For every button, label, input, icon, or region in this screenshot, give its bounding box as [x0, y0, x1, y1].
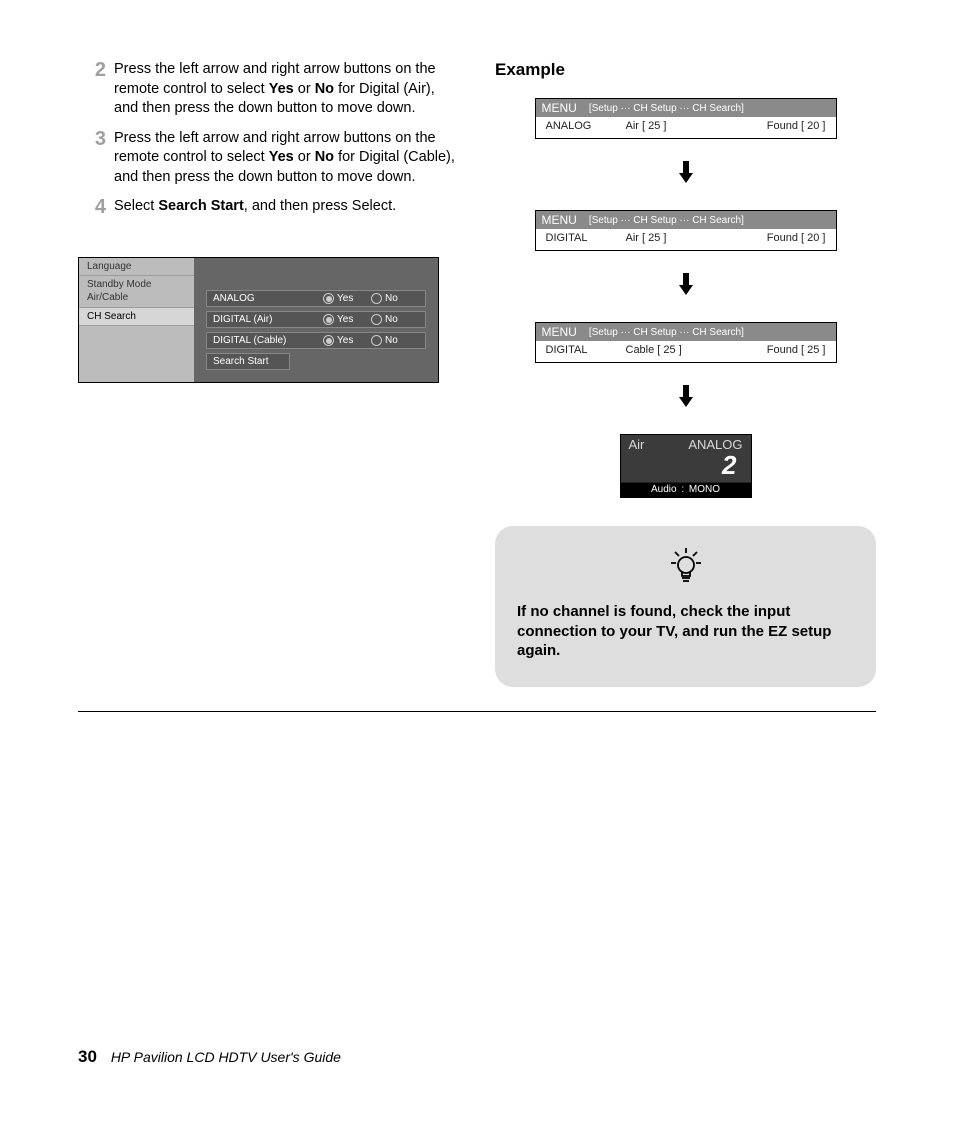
prog-found: Found [ 20 ] [726, 120, 826, 132]
menu-row-analog: ANALOG Yes No [206, 290, 426, 307]
step-number: 2 [78, 60, 114, 119]
page-number: 30 [78, 1047, 97, 1066]
step-body: Select Search Start, and then press Sele… [114, 197, 459, 217]
menu-panel: Language Standby Mode Air/Cable CH Searc… [78, 257, 439, 383]
step-number: 3 [78, 129, 114, 188]
radio-no-icon [371, 335, 382, 346]
channel-number: 2 [621, 452, 751, 482]
down-arrow-icon [495, 385, 876, 412]
menu-label: MENU [542, 213, 577, 227]
channel-display: Air ANALOG 2 Audio : MONO [620, 434, 752, 498]
menu-label: MENU [542, 325, 577, 339]
lightbulb-icon [517, 548, 854, 590]
radio-no-icon [371, 293, 382, 304]
progress-box-analog: MENU [Setup ··· CH Setup ··· CH Search] … [535, 98, 837, 139]
guide-title: HP Pavilion LCD HDTV User's Guide [111, 1049, 341, 1065]
channel-audio: Audio : MONO [621, 482, 751, 497]
example-heading: Example [495, 60, 876, 80]
prog-found: Found [ 25 ] [726, 344, 826, 356]
breadcrumb: [Setup ··· CH Setup ··· CH Search] [589, 215, 744, 226]
breadcrumb: [Setup ··· CH Setup ··· CH Search] [589, 103, 744, 114]
section-divider [78, 711, 876, 712]
tip-text: If no channel is found, check the input … [517, 602, 854, 661]
down-arrow-icon [495, 161, 876, 188]
radio-yes-icon [323, 293, 334, 304]
sidebar-item-language: Language [79, 258, 194, 276]
step-number: 4 [78, 197, 114, 217]
sidebar-item-ch-search: CH Search [79, 308, 194, 326]
step-body: Press the left arrow and right arrow but… [114, 129, 459, 188]
breadcrumb: [Setup ··· CH Setup ··· CH Search] [589, 327, 744, 338]
menu-label: MENU [542, 101, 577, 115]
tip-box: If no channel is found, check the input … [495, 526, 876, 687]
prog-type: DIGITAL [546, 232, 626, 244]
radio-yes-icon [323, 314, 334, 325]
prog-found: Found [ 20 ] [726, 232, 826, 244]
step-3: 3 Press the left arrow and right arrow b… [78, 129, 459, 188]
progress-box-digital-cable: MENU [Setup ··· CH Setup ··· CH Search] … [535, 322, 837, 363]
prog-type: ANALOG [546, 120, 626, 132]
step-body: Press the left arrow and right arrow but… [114, 60, 459, 119]
radio-no-icon [371, 314, 382, 325]
prog-type: DIGITAL [546, 344, 626, 356]
progress-box-digital-air: MENU [Setup ··· CH Setup ··· CH Search] … [535, 210, 837, 251]
step-4: 4 Select Search Start, and then press Se… [78, 197, 459, 217]
prog-source: Cable [ 25 ] [626, 344, 726, 356]
menu-row-digital-cable: DIGITAL (Cable) Yes No [206, 332, 426, 349]
down-arrow-icon [495, 273, 876, 300]
menu-row-digital-air: DIGITAL (Air) Yes No [206, 311, 426, 328]
page-footer: 30 HP Pavilion LCD HDTV User's Guide [78, 1047, 341, 1067]
menu-body: ANALOG Yes No DIGITAL (Air) Yes No DIGIT… [194, 258, 438, 382]
step-2: 2 Press the left arrow and right arrow b… [78, 60, 459, 119]
prog-source: Air [ 25 ] [626, 232, 726, 244]
menu-sidebar: Language Standby Mode Air/Cable CH Searc… [79, 258, 194, 382]
radio-yes-icon [323, 335, 334, 346]
channel-input: Air [629, 437, 645, 452]
prog-source: Air [ 25 ] [626, 120, 726, 132]
sidebar-item-standby-air: Standby Mode Air/Cable [79, 276, 194, 308]
menu-search-start: Search Start [206, 353, 290, 370]
